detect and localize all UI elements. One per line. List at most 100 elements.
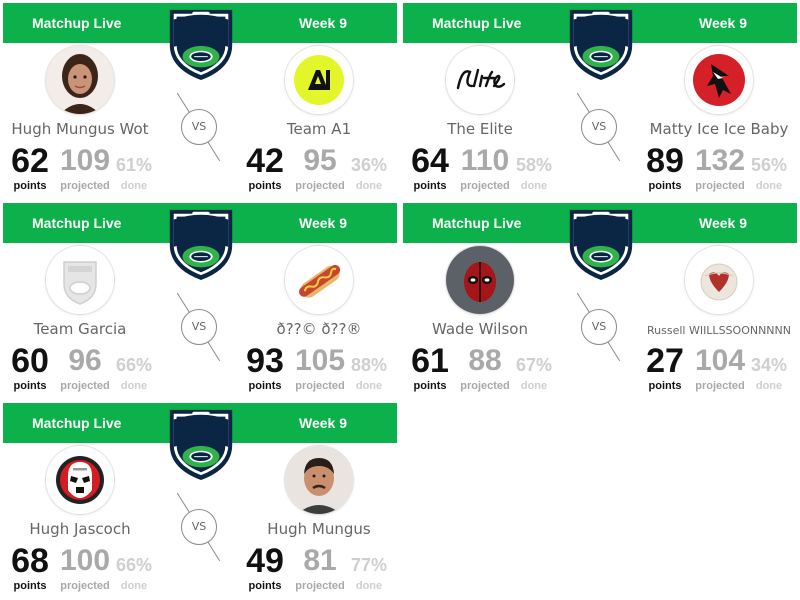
away-done: 36% done	[347, 142, 391, 192]
away-projected-value: 104	[694, 344, 746, 377]
home-done-value: 67%	[515, 355, 553, 375]
home-done-value: 58%	[515, 155, 553, 175]
woman-photo-icon[interactable]	[46, 46, 114, 114]
points-label: points	[248, 380, 282, 392]
vs-badge: VS	[181, 109, 217, 145]
home-points: 60 points	[5, 342, 55, 392]
home-points-value: 64	[411, 142, 449, 180]
away-team-name[interactable]: Matty Ice Ice Baby	[624, 120, 800, 138]
away-done: 56% done	[747, 142, 791, 192]
away-projected: 104 projected	[691, 342, 749, 392]
stormtrooper-icon[interactable]	[46, 446, 114, 514]
away-done-value: 88%	[350, 355, 388, 375]
away-done-value: 36%	[350, 155, 388, 175]
default-football-logo-icon[interactable]	[46, 246, 114, 314]
away-points: 89 points	[640, 142, 690, 192]
home-projected-value: 96	[68, 344, 102, 377]
home-projected: 100 projected	[56, 542, 114, 592]
matchup-status: Matchup Live	[32, 415, 122, 431]
points-label: points	[248, 580, 282, 592]
espn-fantasy-football-logo-icon	[562, 204, 640, 282]
home-projected-value: 110	[460, 144, 510, 177]
away-projected-value: 105	[294, 344, 346, 377]
wilson-volleyball-icon[interactable]	[685, 246, 753, 314]
away-team-name[interactable]: Team A1	[224, 120, 400, 138]
home-projected-value: 88	[468, 344, 502, 377]
projected-label: projected	[695, 180, 745, 192]
home-points: 62 points	[5, 142, 55, 192]
away-projected: 105 projected	[291, 342, 349, 392]
espn-fantasy-football-logo-icon	[162, 404, 240, 482]
home-projected: 110 projected	[456, 142, 514, 192]
home-done-value: 66%	[115, 555, 153, 575]
home-projected-value: 109	[59, 144, 111, 177]
home-team-name[interactable]: Hugh Jascoch	[0, 520, 175, 538]
matchup-status: Matchup Live	[32, 15, 122, 31]
away-points: 49 points	[240, 542, 290, 592]
away-projected-value: 81	[303, 544, 337, 577]
projected-label: projected	[60, 180, 110, 192]
home-done: 58% done	[512, 142, 556, 192]
points-label: points	[413, 380, 447, 392]
away-done-value: 34%	[750, 355, 788, 375]
man-photo-icon[interactable]	[285, 446, 353, 514]
home-points-value: 62	[11, 142, 49, 180]
home-done: 66% done	[112, 342, 156, 392]
home-projected: 88 projected	[456, 342, 514, 392]
projected-label: projected	[295, 380, 345, 392]
matchup-status: Matchup Live	[32, 215, 122, 231]
matchup-card-2[interactable]: Matchup Live Week 9 The Elite Matty Ice …	[400, 0, 800, 200]
espn-fantasy-football-logo-icon	[162, 4, 240, 82]
home-team-name[interactable]: Team Garcia	[0, 320, 175, 338]
week-label: Week 9	[299, 15, 347, 31]
points-label: points	[13, 580, 47, 592]
projected-label: projected	[60, 380, 110, 392]
away-team-name[interactable]: Russell WIILLSSOONNNNN	[624, 324, 800, 337]
home-done: 67% done	[512, 342, 556, 392]
matchup-card-4[interactable]: Matchup Live Week 9 Wade Wilson Russell …	[400, 200, 800, 400]
week-label: Week 9	[699, 15, 747, 31]
week-label: Week 9	[299, 415, 347, 431]
points-label: points	[13, 380, 47, 392]
home-done-value: 66%	[115, 355, 153, 375]
a1-logo-icon[interactable]	[285, 46, 353, 114]
points-label: points	[13, 180, 47, 192]
vs-badge: VS	[181, 509, 217, 545]
away-done: 88% done	[347, 342, 391, 392]
matchup-card-1[interactable]: Matchup Live Week 9 Hugh Mungus Wot Team…	[0, 0, 400, 200]
away-projected-value: 132	[694, 144, 746, 177]
home-team-name[interactable]: Wade Wilson	[400, 320, 575, 338]
projected-label: projected	[460, 180, 510, 192]
matchup-status: Matchup Live	[432, 15, 522, 31]
matchup-card-3[interactable]: Matchup Live Week 9 Team Garcia ð??© ð??…	[0, 200, 400, 400]
projected-label: projected	[295, 580, 345, 592]
matchup-card-5[interactable]: Matchup Live Week 9 Hugh Jascoch Hugh Mu…	[0, 400, 400, 600]
away-points-value: 89	[646, 142, 684, 180]
points-label: points	[648, 380, 682, 392]
falcons-logo-icon[interactable]	[685, 46, 753, 114]
deadpool-icon[interactable]	[446, 246, 514, 314]
home-points: 68 points	[5, 542, 55, 592]
away-points-value: 49	[246, 542, 284, 580]
away-points: 27 points	[640, 342, 690, 392]
home-team-name[interactable]: Hugh Mungus Wot	[0, 120, 175, 138]
elite-logo-icon[interactable]	[446, 46, 514, 114]
home-done: 61% done	[112, 142, 156, 192]
projected-label: projected	[695, 380, 745, 392]
away-projected: 132 projected	[691, 142, 749, 192]
points-label: points	[648, 180, 682, 192]
espn-fantasy-football-logo-icon	[162, 204, 240, 282]
home-points-value: 61	[411, 342, 449, 380]
away-projected-value: 95	[303, 144, 337, 177]
points-label: points	[413, 180, 447, 192]
hotdog-icon[interactable]	[285, 246, 353, 314]
away-projected: 81 projected	[291, 542, 349, 592]
week-label: Week 9	[699, 215, 747, 231]
away-team-name[interactable]: ð??© ð??®	[224, 320, 400, 338]
home-team-name[interactable]: The Elite	[400, 120, 575, 138]
week-label: Week 9	[299, 215, 347, 231]
home-projected-value: 100	[59, 544, 111, 577]
away-team-name[interactable]: Hugh Mungus	[224, 520, 400, 538]
away-points: 93 points	[240, 342, 290, 392]
home-points: 64 points	[405, 142, 455, 192]
